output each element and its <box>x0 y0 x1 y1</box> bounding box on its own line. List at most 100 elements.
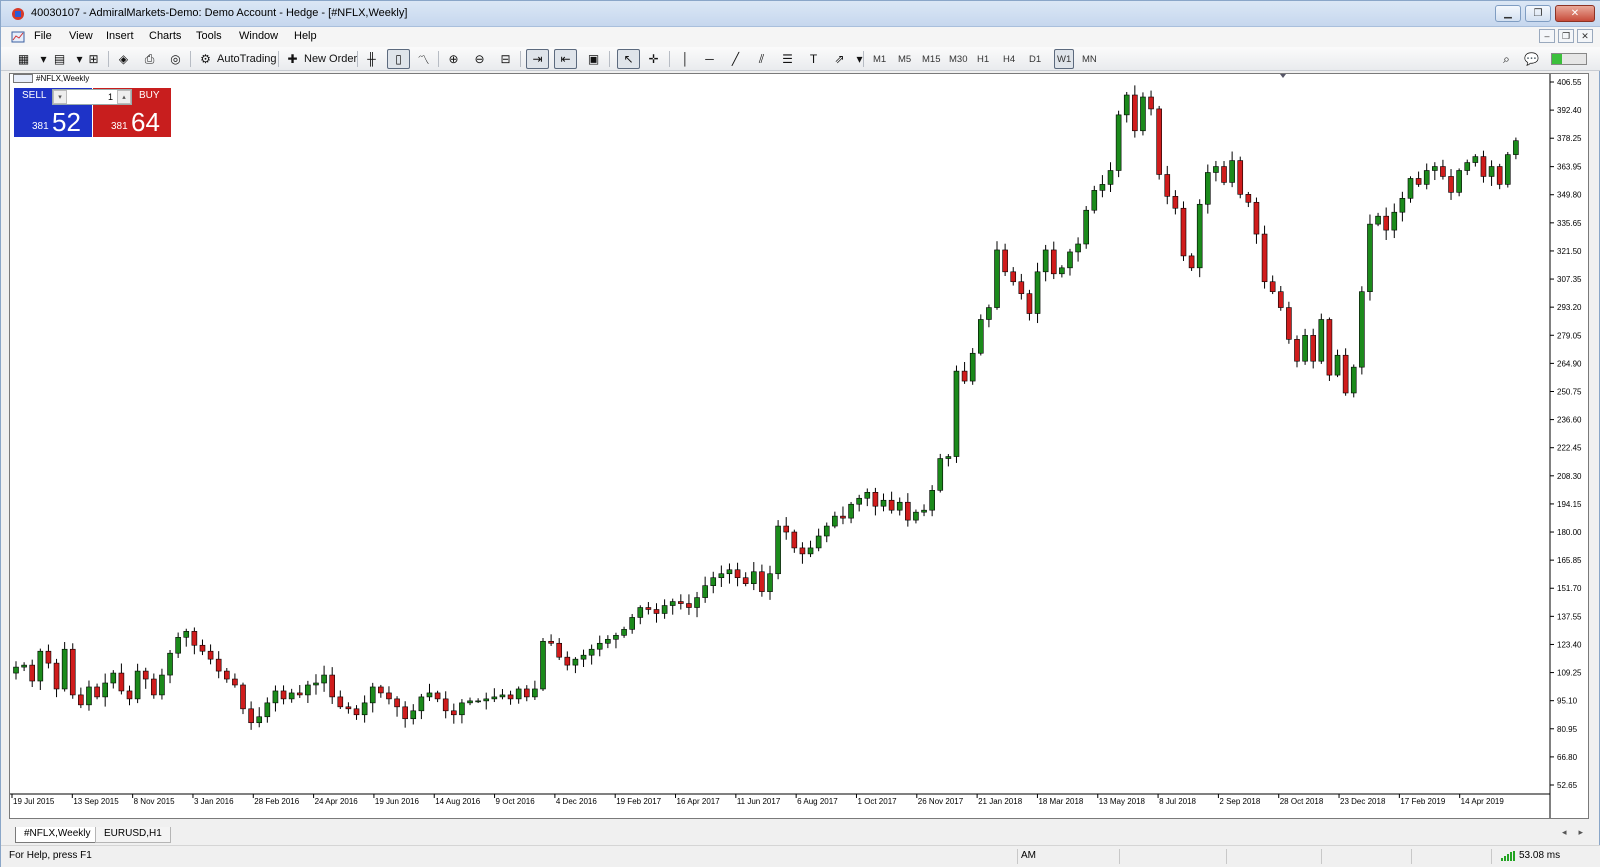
timeframe-h4[interactable]: H4 <box>1003 49 1015 69</box>
candle-body <box>29 664 36 682</box>
tab-eurusd-h1[interactable]: EURUSD,H1 <box>95 827 171 843</box>
lot-decrease-icon[interactable]: ▾ <box>53 90 67 104</box>
cursor-icon: ↖ <box>623 52 634 66</box>
market-watch-icon: ⊞ <box>88 52 99 66</box>
horizontal-line-button[interactable]: ─ <box>701 49 718 69</box>
navigator-button[interactable]: ◈ <box>115 49 132 69</box>
candle-body <box>1213 166 1219 173</box>
market-watch-button[interactable]: ⊞ <box>85 49 102 69</box>
candle-body <box>21 664 27 668</box>
y-tick-label: 392.40 <box>1557 106 1582 115</box>
timeframe-d1[interactable]: D1 <box>1029 49 1041 69</box>
menu-file[interactable]: File <box>34 30 52 42</box>
autotrading-button[interactable]: ⚙ AutoTrading <box>197 49 276 69</box>
candle-body <box>1480 156 1487 177</box>
equidistant-channel-button[interactable]: ⫽ <box>753 49 770 69</box>
menu-charts[interactable]: Charts <box>149 30 181 42</box>
x-tick-label: 19 Feb 2017 <box>616 797 661 806</box>
candle-body <box>126 690 133 700</box>
y-tick-label: 250.75 <box>1557 387 1582 396</box>
scroll-left-icon[interactable]: ◂ <box>1562 827 1567 838</box>
connection-toggle[interactable] <box>1551 49 1587 69</box>
timeframe-mn[interactable]: MN <box>1082 49 1097 69</box>
menu-insert[interactable]: Insert <box>106 30 134 42</box>
candle-body <box>783 525 790 533</box>
x-tick-label: 8 Jul 2018 <box>1159 797 1196 806</box>
timeframe-m1[interactable]: M1 <box>873 49 886 69</box>
status-bar: For Help, press F1 AM 53.08 ms <box>1 845 1600 867</box>
bar-chart-button[interactable]: ╫ <box>363 49 380 69</box>
line-chart-button[interactable]: 〽 <box>415 49 432 69</box>
y-tick-label: 165.85 <box>1557 556 1582 565</box>
trendline-button[interactable]: ╱ <box>727 49 744 69</box>
timeframe-h1[interactable]: H1 <box>977 49 989 69</box>
chart-close-button[interactable]: ✕ <box>1577 29 1593 43</box>
buy-price-prefix: 381 <box>111 121 128 132</box>
minimize-button[interactable]: ▁ <box>1495 5 1521 22</box>
candle-body <box>288 692 295 700</box>
chat-button[interactable]: 💬 <box>1523 49 1540 69</box>
lot-size-field[interactable]: ▾ 1 ▴ <box>52 89 132 105</box>
y-tick-label: 80.95 <box>1557 725 1578 734</box>
new-order-button[interactable]: ✚ New Order <box>284 49 357 69</box>
chart-shift-button[interactable]: ⇤ <box>554 49 577 69</box>
chart-restore-button[interactable]: ❐ <box>1558 29 1574 43</box>
text-button[interactable]: T <box>805 49 822 69</box>
y-tick-label: 363.95 <box>1557 163 1582 172</box>
y-tick-label: 236.60 <box>1557 416 1582 425</box>
candle-body <box>53 662 60 690</box>
lot-increase-icon[interactable]: ▴ <box>117 90 131 104</box>
search-button[interactable]: ⌕ <box>1498 49 1515 69</box>
timeframe-w1[interactable]: W1 <box>1054 49 1075 69</box>
timeframe-m15[interactable]: M15 <box>922 49 940 69</box>
candle-body <box>1375 215 1381 225</box>
menu-tools[interactable]: Tools <box>196 30 222 42</box>
indicators-button[interactable]: ▣ <box>585 49 602 69</box>
menu-view[interactable]: View <box>69 30 93 42</box>
sell-price-big: 52 <box>52 107 81 137</box>
y-tick-label: 208.30 <box>1557 472 1582 481</box>
candle-body <box>613 635 619 640</box>
new-chart-button[interactable]: ▦ ▾ <box>15 49 52 69</box>
terminal-button[interactable]: ⎙ <box>141 49 158 69</box>
navigator-icon: ◈ <box>118 52 129 66</box>
auto-scroll-button[interactable]: ⇥ <box>526 49 549 69</box>
price-chart[interactable]: 406.55 392.40 378.25 363.95 349.80 335.65 321.… <box>10 74 1587 818</box>
candle-body <box>1504 154 1511 185</box>
timeframe-m30[interactable]: M30 <box>949 49 967 69</box>
crosshair-button[interactable]: ✛ <box>645 49 662 69</box>
candle-body <box>1391 211 1398 231</box>
candle-body <box>621 629 627 636</box>
candlestick-button[interactable]: ▯ <box>387 49 410 69</box>
channel-icon: ⫽ <box>758 51 765 66</box>
cursor-button[interactable]: ↖ <box>617 49 640 69</box>
tile-windows-button[interactable]: ⊟ <box>497 49 514 69</box>
menu-window[interactable]: Window <box>239 30 278 42</box>
y-tick-label: 137.55 <box>1557 612 1582 621</box>
candle-body <box>1488 166 1495 177</box>
profiles-button[interactable]: ▤ ▾ <box>51 49 88 69</box>
candle-body <box>661 605 668 614</box>
candle-body <box>1229 160 1235 183</box>
maximize-button[interactable]: ❐ <box>1525 5 1551 22</box>
candle-body <box>451 710 457 716</box>
timeframe-m5[interactable]: M5 <box>898 49 911 69</box>
candle-body <box>1050 249 1057 275</box>
candle-body <box>491 696 498 700</box>
vertical-line-button[interactable]: │ <box>677 49 694 69</box>
chart-shift-marker[interactable] <box>1280 74 1286 78</box>
zoom-in-button[interactable]: ⊕ <box>445 49 462 69</box>
fibonacci-button[interactable]: ☰ <box>779 49 796 69</box>
zoom-out-button[interactable]: ⊖ <box>471 49 488 69</box>
signals-button[interactable]: ◎ <box>167 49 184 69</box>
menu-help[interactable]: Help <box>294 30 317 42</box>
status-help-text: For Help, press F1 <box>9 850 92 861</box>
candle-body <box>353 708 360 716</box>
candle-body <box>394 698 400 708</box>
candle-body <box>329 674 335 698</box>
tab-nflx-weekly[interactable]: #NFLX,Weekly <box>15 827 100 843</box>
candle-body <box>856 497 862 505</box>
scroll-right-icon[interactable]: ▸ <box>1578 827 1583 838</box>
chart-minimize-button[interactable]: – <box>1539 29 1555 43</box>
close-button[interactable]: ✕ <box>1555 5 1595 22</box>
